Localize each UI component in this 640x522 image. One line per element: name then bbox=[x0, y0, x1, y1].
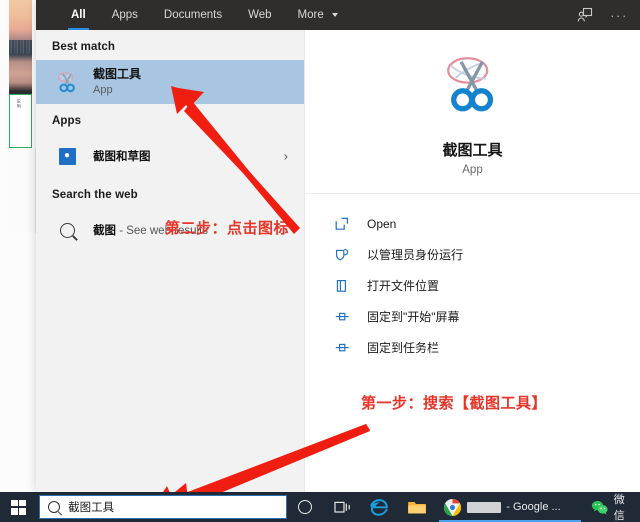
wallpaper-city-skyline bbox=[9, 40, 32, 54]
pin-icon bbox=[335, 310, 357, 324]
snip-and-sketch-icon: ● bbox=[52, 141, 82, 171]
best-match-subtitle: App bbox=[93, 84, 113, 96]
chrome-icon bbox=[444, 498, 462, 516]
wechat-taskbar-label: 微信 bbox=[613, 494, 625, 522]
action-run-as-administrator[interactable]: 以管理员身份运行 bbox=[305, 239, 640, 270]
search-icon bbox=[52, 215, 82, 245]
cortana-button[interactable] bbox=[287, 492, 324, 522]
screen: 说明 All Apps Documents Web More ··· Best … bbox=[0, 0, 640, 522]
web-result-query: 截图 bbox=[93, 225, 116, 237]
section-heading-search-the-web: Search the web bbox=[52, 189, 138, 201]
chrome-taskbar-label: - Google ... bbox=[506, 501, 561, 513]
action-pin-to-start-label: 固定到"开始"屏幕 bbox=[367, 310, 460, 324]
task-view-icon bbox=[334, 501, 350, 513]
snipping-tool-icon bbox=[52, 67, 82, 97]
green-box-note: 说明 bbox=[16, 99, 22, 109]
action-open-file-location[interactable]: 打开文件位置 bbox=[305, 270, 640, 301]
search-results-panes: Best match 截图工具 App Apps ● 截图和草图 › Searc… bbox=[36, 30, 640, 492]
search-flyout: All Apps Documents Web More ··· Best mat… bbox=[36, 0, 640, 492]
desktop-background-window bbox=[9, 148, 36, 233]
tab-web-label: Web bbox=[248, 9, 272, 21]
action-pin-to-taskbar[interactable]: 固定到任务栏 bbox=[305, 332, 640, 363]
magnifier-glyph bbox=[59, 222, 75, 238]
overflow-menu-label: ··· bbox=[610, 7, 628, 23]
shield-admin-icon bbox=[335, 248, 357, 262]
tab-apps[interactable]: Apps bbox=[99, 0, 151, 30]
chevron-down-icon bbox=[331, 12, 338, 17]
overflow-menu-button[interactable]: ··· bbox=[602, 0, 636, 30]
action-pin-to-start[interactable]: 固定到"开始"屏幕 bbox=[305, 301, 640, 332]
app-result-text: 截图和草图 bbox=[93, 148, 151, 164]
app-actions-list: Open 以管理员身份运行 打开文件位置 固定到"开始"屏幕 固定到任务栏 bbox=[305, 194, 640, 363]
chrome-taskbar-item[interactable]: - Google ... bbox=[435, 492, 585, 522]
search-preview-right-pane: 截图工具 App Open 以管理员身份运行 打开文件位置 固定到"开始"屏幕 … bbox=[304, 30, 640, 492]
best-match-text: 截图工具 App bbox=[93, 67, 141, 97]
search-icon bbox=[48, 501, 61, 513]
action-open[interactable]: Open bbox=[305, 208, 640, 239]
edge-icon bbox=[370, 498, 388, 516]
best-match-result-snipping-tool[interactable]: 截图工具 App bbox=[36, 60, 304, 104]
action-open-label: Open bbox=[367, 216, 397, 231]
action-pin-to-taskbar-label: 固定到任务栏 bbox=[367, 341, 440, 355]
app-result-snip-and-sketch[interactable]: ● 截图和草图 › bbox=[36, 134, 304, 178]
cortana-circle-icon bbox=[298, 500, 313, 514]
file-explorer-icon bbox=[407, 501, 426, 513]
annotation-step-1: 第一步：搜索【截图工具】 bbox=[361, 395, 548, 412]
annotation-step-2: 第二步：点击图标 bbox=[165, 220, 290, 237]
tab-more[interactable]: More bbox=[285, 0, 351, 30]
taskbar-search-value: 截图工具 bbox=[68, 502, 115, 514]
action-run-as-administrator-label: 以管理员身份运行 bbox=[367, 248, 464, 262]
tab-documents[interactable]: Documents bbox=[151, 0, 235, 30]
file-explorer-button[interactable] bbox=[398, 492, 435, 522]
search-results-left-pane: Best match 截图工具 App Apps ● 截图和草图 › Searc… bbox=[36, 30, 304, 492]
wechat-taskbar-item[interactable]: 微信 bbox=[585, 492, 640, 522]
best-match-title: 截图工具 bbox=[93, 67, 142, 81]
wechat-icon bbox=[592, 500, 608, 514]
app-preview-title: 截图工具 bbox=[442, 141, 503, 159]
snip-and-sketch-glyph: ● bbox=[58, 147, 76, 165]
tab-all[interactable]: All bbox=[58, 0, 99, 30]
folder-location-icon bbox=[335, 279, 357, 293]
tab-web[interactable]: Web bbox=[235, 0, 284, 30]
windows-logo-icon bbox=[11, 499, 27, 515]
app-preview-subtitle: App bbox=[462, 163, 483, 176]
feedback-person-icon[interactable] bbox=[568, 0, 602, 30]
desktop-green-highlight-box: 说明 bbox=[9, 94, 32, 148]
tab-all-label: All bbox=[71, 9, 86, 21]
tab-apps-label: Apps bbox=[111, 9, 138, 21]
app-preview-hero: 截图工具 App bbox=[305, 30, 640, 194]
redacted-title-block bbox=[467, 501, 502, 513]
task-view-button[interactable] bbox=[324, 492, 361, 522]
tab-documents-label: Documents bbox=[163, 9, 223, 21]
chevron-right-icon[interactable]: › bbox=[284, 149, 288, 164]
taskbar-search-input[interactable]: 截图工具 bbox=[39, 495, 287, 519]
action-open-file-location-label: 打开文件位置 bbox=[367, 279, 440, 293]
tab-more-label: More bbox=[297, 9, 324, 21]
edge-button[interactable] bbox=[361, 492, 398, 522]
open-window-icon bbox=[335, 217, 357, 231]
section-heading-best-match: Best match bbox=[52, 41, 115, 53]
app-result-title: 截图和草图 bbox=[93, 151, 151, 163]
tab-list: All Apps Documents Web More bbox=[58, 0, 351, 30]
start-button[interactable] bbox=[0, 492, 37, 522]
section-heading-apps: Apps bbox=[52, 115, 82, 127]
pin-icon bbox=[335, 341, 357, 355]
snipping-tool-icon bbox=[436, 48, 510, 127]
tabbar-right-actions: ··· bbox=[568, 0, 636, 30]
taskbar: 截图工具 - Google ... 微信 bbox=[0, 492, 640, 522]
search-filter-tabbar: All Apps Documents Web More ··· bbox=[36, 0, 640, 30]
